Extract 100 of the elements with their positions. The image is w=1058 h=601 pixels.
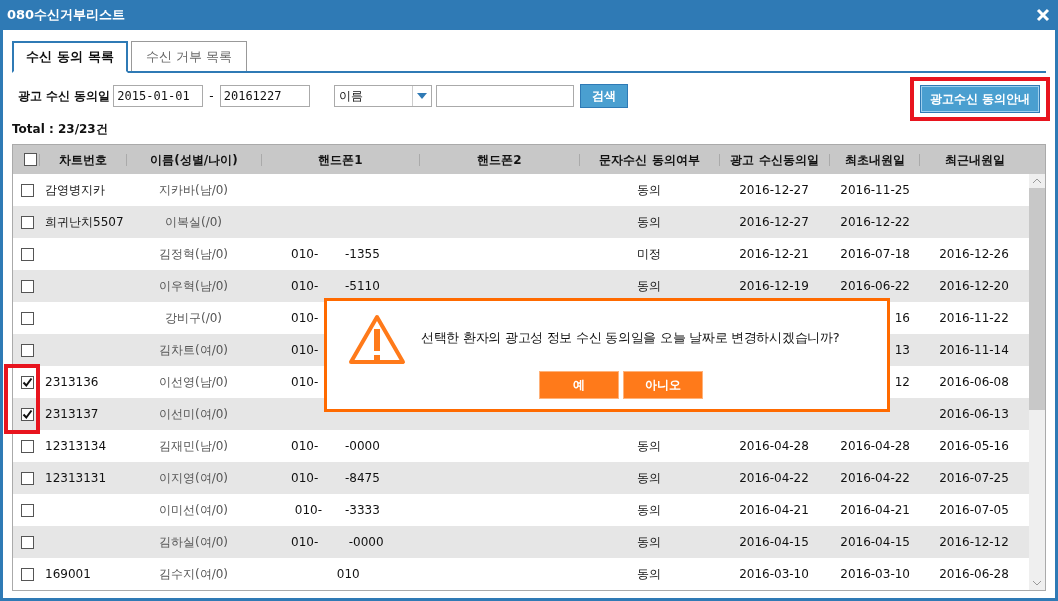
table-cell-text: 16 (893, 311, 911, 325)
table-cell-text: 2016-04-22 (738, 471, 810, 485)
table-cell-text: 2016-12-12 (938, 535, 1010, 549)
window-title: 080수신거부리스트 (7, 6, 126, 24)
table-cell-text: 010- (290, 343, 320, 357)
table-cell-text: 동의 (636, 277, 662, 295)
table-cell-text: 2016-07-25 (938, 471, 1010, 485)
table-cell-text: 2016-11-14 (938, 343, 1010, 357)
checkbox[interactable] (21, 407, 34, 421)
table-cell-text: 2313137 (44, 407, 100, 421)
checkbox[interactable] (21, 311, 34, 325)
checkbox[interactable] (21, 535, 34, 549)
table-cell-text: 2016-04-28 (738, 439, 810, 453)
table-cell-text: 010- (290, 375, 320, 389)
table-cell-text: 2016-12-22 (839, 215, 911, 229)
table-cell-text: 이선영(남/0) (157, 373, 229, 391)
table-cell-text: 2016-05-16 (938, 439, 1010, 453)
date-field[interactable]: 2015-01-01 (113, 85, 204, 107)
checkbox[interactable] (21, 215, 34, 229)
table-cell-text: 2016-04-21 (839, 503, 911, 517)
table-cell-text: 2016-12-27 (738, 215, 810, 229)
table-cell-text: 010- -1355 (290, 247, 381, 261)
checkbox[interactable] (21, 343, 34, 357)
table-cell-text: 2016-12-21 (738, 247, 810, 261)
table-cell-text: 동의 (636, 501, 662, 519)
table-cell-text: 2016-06-28 (938, 567, 1010, 581)
dialog-message: 선택한 환자의 광고성 정보 수신 동의일을 오늘 날짜로 변경하시겠습니까? (421, 329, 840, 347)
tab[interactable]: 수신 거부 목록 (131, 41, 247, 71)
table-cell-text: 2016-12-27 (738, 183, 810, 197)
table-cell-text: 강비구(/0) (163, 309, 223, 327)
table-cell-text: 동의 (636, 533, 662, 551)
checkbox[interactable] (21, 375, 34, 389)
table-cell-text: 13 (893, 343, 911, 357)
table-cell-text: 010- -0000 (290, 439, 381, 453)
table-cell-text: 12313134 (44, 439, 108, 453)
table-cell-text: 감영병지카 (44, 181, 106, 199)
checkbox[interactable] (21, 567, 34, 581)
table-cell-text: 010- -0000 (290, 535, 385, 549)
table-cell-text: 2016-11-22 (938, 311, 1010, 325)
checkbox[interactable] (21, 247, 34, 261)
range-separator: - (209, 89, 214, 103)
table-cell-text: 이지영(여/0) (157, 469, 229, 487)
checkbox[interactable] (21, 439, 34, 453)
table-cell-text: 지카바(남/0) (157, 181, 229, 199)
table-cell-text: 169001 (44, 567, 92, 581)
table-cell-text: 010- -3333 (293, 503, 381, 517)
table-cell-text: 2016-12-19 (738, 279, 810, 293)
table-cell-text: 2016-04-28 (839, 439, 911, 453)
column-header: 문자수신 동의여부 (579, 153, 719, 166)
table-cell-text: 동의 (636, 213, 662, 231)
table-cell-text: 2016-12-26 (938, 247, 1010, 261)
table-cell-text: 010 (335, 567, 361, 581)
table-cell-text: 2016-04-15 (738, 535, 810, 549)
highlight-frame (4, 364, 40, 434)
table-cell-text: 2016-11-25 (839, 183, 911, 197)
table-cell-text: 2016-04-15 (839, 535, 911, 549)
search-type-dropdown[interactable]: 이름 (333, 85, 432, 107)
table-cell-text: 010- -8475 (290, 471, 381, 485)
table-cell-text: 2016-03-10 (738, 567, 810, 581)
table-cell-text: 이미선(여/0) (157, 501, 229, 519)
table-cell-text: 김수지(여/0) (157, 565, 229, 583)
table-cell-text: 12313131 (44, 471, 108, 485)
checkbox[interactable] (23, 153, 37, 166)
warning-icon (347, 313, 407, 367)
tab[interactable]: 수신 동의 목록 (12, 41, 128, 73)
table-cell-text: 2016-04-21 (738, 503, 810, 517)
checkbox[interactable] (21, 503, 34, 517)
dropdown-arrow-icon[interactable] (416, 93, 427, 99)
table-cell-text: 동의 (636, 565, 662, 583)
table-cell-text: 김정혁(남/0) (157, 245, 229, 263)
table-cell-text: 희귀난치5507 (44, 213, 125, 231)
column-header: 이름(성별/나이) (126, 153, 261, 166)
table-cell-text: 2016-12-20 (938, 279, 1010, 293)
table-cell-text: 2016-06-13 (938, 407, 1010, 421)
table-cell-text: 2016-06-08 (938, 375, 1010, 389)
total-count: Total : 23/23건 (12, 121, 109, 138)
column-header: 핸드폰2 (419, 153, 579, 166)
search-field[interactable] (435, 85, 574, 107)
checkbox[interactable] (21, 279, 34, 293)
table-cell-text: 010- (290, 311, 320, 325)
column-header: 핸드폰1 (261, 153, 419, 166)
table-cell-text: 2016-04-22 (839, 471, 911, 485)
table-cell-text: 이우혁(남/0) (157, 277, 229, 295)
table-cell-text: 동의 (636, 181, 662, 199)
close-icon[interactable] (1036, 8, 1050, 22)
date-field[interactable]: 20161227 (219, 85, 310, 107)
table-cell-text: 김재민(남/0) (157, 437, 229, 455)
table-cell-text: 2313136 (44, 375, 100, 389)
date-label: 광고 수신 동의일 (18, 87, 111, 105)
table-cell-text: 동의 (636, 469, 662, 487)
column-header: 광고 수신동의일 (719, 153, 829, 166)
table-cell-text: 미정 (636, 245, 662, 263)
table-cell-text: 김차트(여/0) (157, 341, 229, 359)
column-header: 최초내원일 (829, 153, 919, 166)
checkbox[interactable] (21, 471, 34, 485)
table-cell-text: 김하실(여/0) (157, 533, 229, 551)
checkbox[interactable] (21, 183, 34, 197)
table-cell-text: 2016-07-05 (938, 503, 1010, 517)
table-cell-text: 2016-03-10 (839, 567, 911, 581)
table-cell-text: 동의 (636, 437, 662, 455)
